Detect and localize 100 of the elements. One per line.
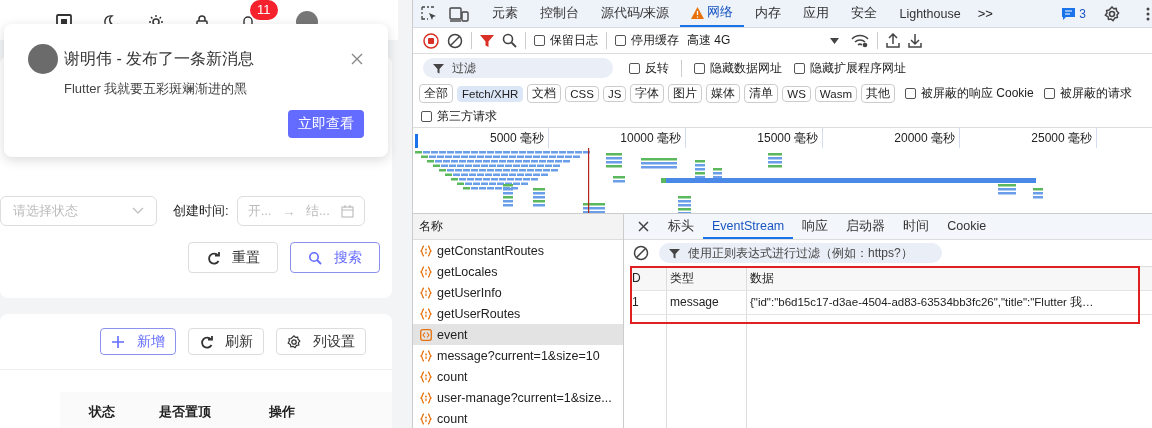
notification-message: Flutter 我就要五彩斑斓渐进的黑: [64, 80, 249, 98]
range-handle[interactable]: [415, 134, 418, 148]
add-button[interactable]: 新增: [100, 328, 176, 355]
search-button[interactable]: 搜索: [290, 242, 380, 273]
search-icon[interactable]: [502, 33, 517, 48]
panel-tab[interactable]: 安全: [840, 0, 889, 27]
braces-icon: [420, 412, 432, 425]
filter-placeholder: 使用正则表达式进行过滤（例如：https?）: [688, 244, 913, 262]
notification-title: 谢明伟 - 发布了一条新消息: [64, 48, 256, 69]
panel-tab[interactable]: 控制台: [529, 0, 590, 27]
panel-tab[interactable]: 网络: [680, 0, 745, 27]
request-row[interactable]: getUserRoutes: [413, 303, 623, 324]
refresh-button[interactable]: 刷新: [188, 328, 264, 355]
request-row[interactable]: count: [413, 408, 623, 428]
filter-icon[interactable]: [480, 33, 494, 48]
request-row[interactable]: message?current=1&size=10: [413, 345, 623, 366]
braces-icon: [420, 349, 432, 362]
message-icon: [1062, 7, 1076, 20]
column-header: 状态: [87, 403, 116, 421]
type-filter-chip[interactable]: WS: [782, 85, 811, 102]
filter-icon: [433, 62, 444, 74]
dropdown-arrow-icon: [830, 37, 840, 44]
panel-tab[interactable]: 应用: [792, 0, 841, 27]
filter-field[interactable]: 过滤: [423, 58, 613, 78]
column-header: 是否置顶: [157, 403, 212, 421]
braces-icon: [420, 286, 432, 299]
time-tick-label: 5000 毫秒: [419, 128, 549, 148]
third-party-checkbox[interactable]: 第三方请求: [421, 107, 497, 125]
filter-option-checkbox[interactable]: 隐藏数据网址: [694, 59, 782, 77]
table-cell-text: {"id":"b6d15c17-d3ae-4504-ad83-63534bb3fc26","title":"Flutter 我…: [749, 295, 1095, 310]
network-conditions-icon[interactable]: [851, 33, 870, 48]
device-icon[interactable]: [449, 5, 469, 22]
detail-tab[interactable]: 响应: [793, 214, 838, 239]
column-header: 操作: [268, 403, 296, 421]
range-arrow: →: [282, 203, 296, 219]
calendar-icon: [340, 204, 354, 218]
detail-tab[interactable]: 时间: [894, 214, 939, 239]
column-header: D: [630, 267, 667, 290]
request-row[interactable]: getLocales: [413, 261, 623, 282]
clear-icon[interactable]: [447, 32, 463, 49]
braces-icon: [420, 265, 432, 278]
type-filter-chip[interactable]: Wasm: [814, 85, 857, 102]
braces-icon: [420, 307, 432, 320]
type-filter-chip[interactable]: 媒体: [706, 84, 741, 103]
blocked-option-checkbox[interactable]: 被屏蔽的请求: [1043, 85, 1132, 102]
inspect-icon[interactable]: [421, 5, 437, 22]
detail-tab[interactable]: Cookie: [938, 214, 996, 239]
type-filter-chip[interactable]: 全部: [419, 84, 453, 103]
settings-icon[interactable]: [1104, 5, 1120, 22]
end-date-placeholder: 结...: [306, 202, 330, 220]
type-filter-chip[interactable]: Fetch/XHR: [457, 85, 524, 102]
filter-icon: [669, 247, 680, 259]
type-filter-chip[interactable]: 其他: [861, 84, 895, 103]
braces-icon: [420, 244, 432, 257]
throttling-dropdown[interactable]: 高速 4G: [687, 32, 840, 49]
date-label: 创建时间:: [173, 202, 229, 220]
chevron-down-icon: [132, 207, 144, 215]
clear-icon[interactable]: [633, 245, 649, 261]
preserve-log-checkbox[interactable]: 保留日志: [534, 32, 598, 49]
panel-tab[interactable]: 元素: [481, 0, 529, 27]
disable-cache-checkbox[interactable]: 停用缓存: [615, 32, 679, 49]
event-stream-icon: [420, 328, 432, 341]
request-row[interactable]: getConstantRoutes: [413, 240, 623, 261]
download-icon[interactable]: [908, 33, 923, 48]
type-filter-chip[interactable]: 图片: [668, 84, 703, 103]
blocked-option-checkbox[interactable]: 被屏蔽的响应 Cookie: [905, 85, 1034, 102]
issues-button[interactable]: 3: [1062, 6, 1086, 21]
filter-option-checkbox[interactable]: 隐藏扩展程序网址: [794, 59, 906, 77]
panel-tab[interactable]: 内存: [744, 0, 793, 27]
reset-button[interactable]: 重置: [188, 242, 278, 273]
type-filter-chip[interactable]: 文档: [527, 84, 562, 103]
upload-icon[interactable]: [886, 33, 901, 48]
refresh-icon: [199, 334, 213, 349]
stop-recording-icon[interactable]: [423, 32, 439, 49]
type-filter-chip[interactable]: 字体: [630, 84, 665, 103]
refresh-icon: [206, 250, 220, 265]
view-now-button[interactable]: 立即查看: [288, 110, 364, 138]
detail-tab[interactable]: EventStream: [703, 214, 794, 239]
more-tabs-button[interactable]: >>: [971, 6, 999, 21]
type-filter-chip[interactable]: JS: [602, 85, 627, 102]
time-tick-label: 20000 毫秒: [823, 128, 960, 148]
filter-option-checkbox[interactable]: 反转: [629, 59, 669, 77]
regex-filter-field[interactable]: 使用正则表达式进行过滤（例如：https?）: [659, 243, 942, 263]
start-date-placeholder: 开...: [247, 202, 272, 220]
request-row[interactable]: user-manage?current=1&size...: [413, 387, 623, 408]
type-filter-chip[interactable]: CSS: [565, 85, 599, 102]
close-icon[interactable]: [638, 221, 649, 232]
type-filter-chip[interactable]: 清单: [744, 84, 779, 103]
notification-count-badge: 11: [250, 0, 278, 20]
request-row[interactable]: event: [413, 324, 623, 345]
detail-tab[interactable]: 启动器: [837, 214, 895, 239]
panel-tab[interactable]: Lighthouse: [888, 0, 972, 27]
kebab-menu-icon[interactable]: [1146, 6, 1150, 21]
panel-tab[interactable]: 源代码/来源: [590, 0, 681, 27]
request-row[interactable]: count: [413, 366, 623, 387]
settings-button[interactable]: 列设置: [276, 328, 366, 355]
detail-tab[interactable]: 标头: [659, 214, 703, 239]
time-tick-label: 25000 毫秒: [960, 128, 1097, 148]
request-row[interactable]: getUserInfo: [413, 282, 623, 303]
time-tick-label: 10000 毫秒: [549, 128, 686, 148]
